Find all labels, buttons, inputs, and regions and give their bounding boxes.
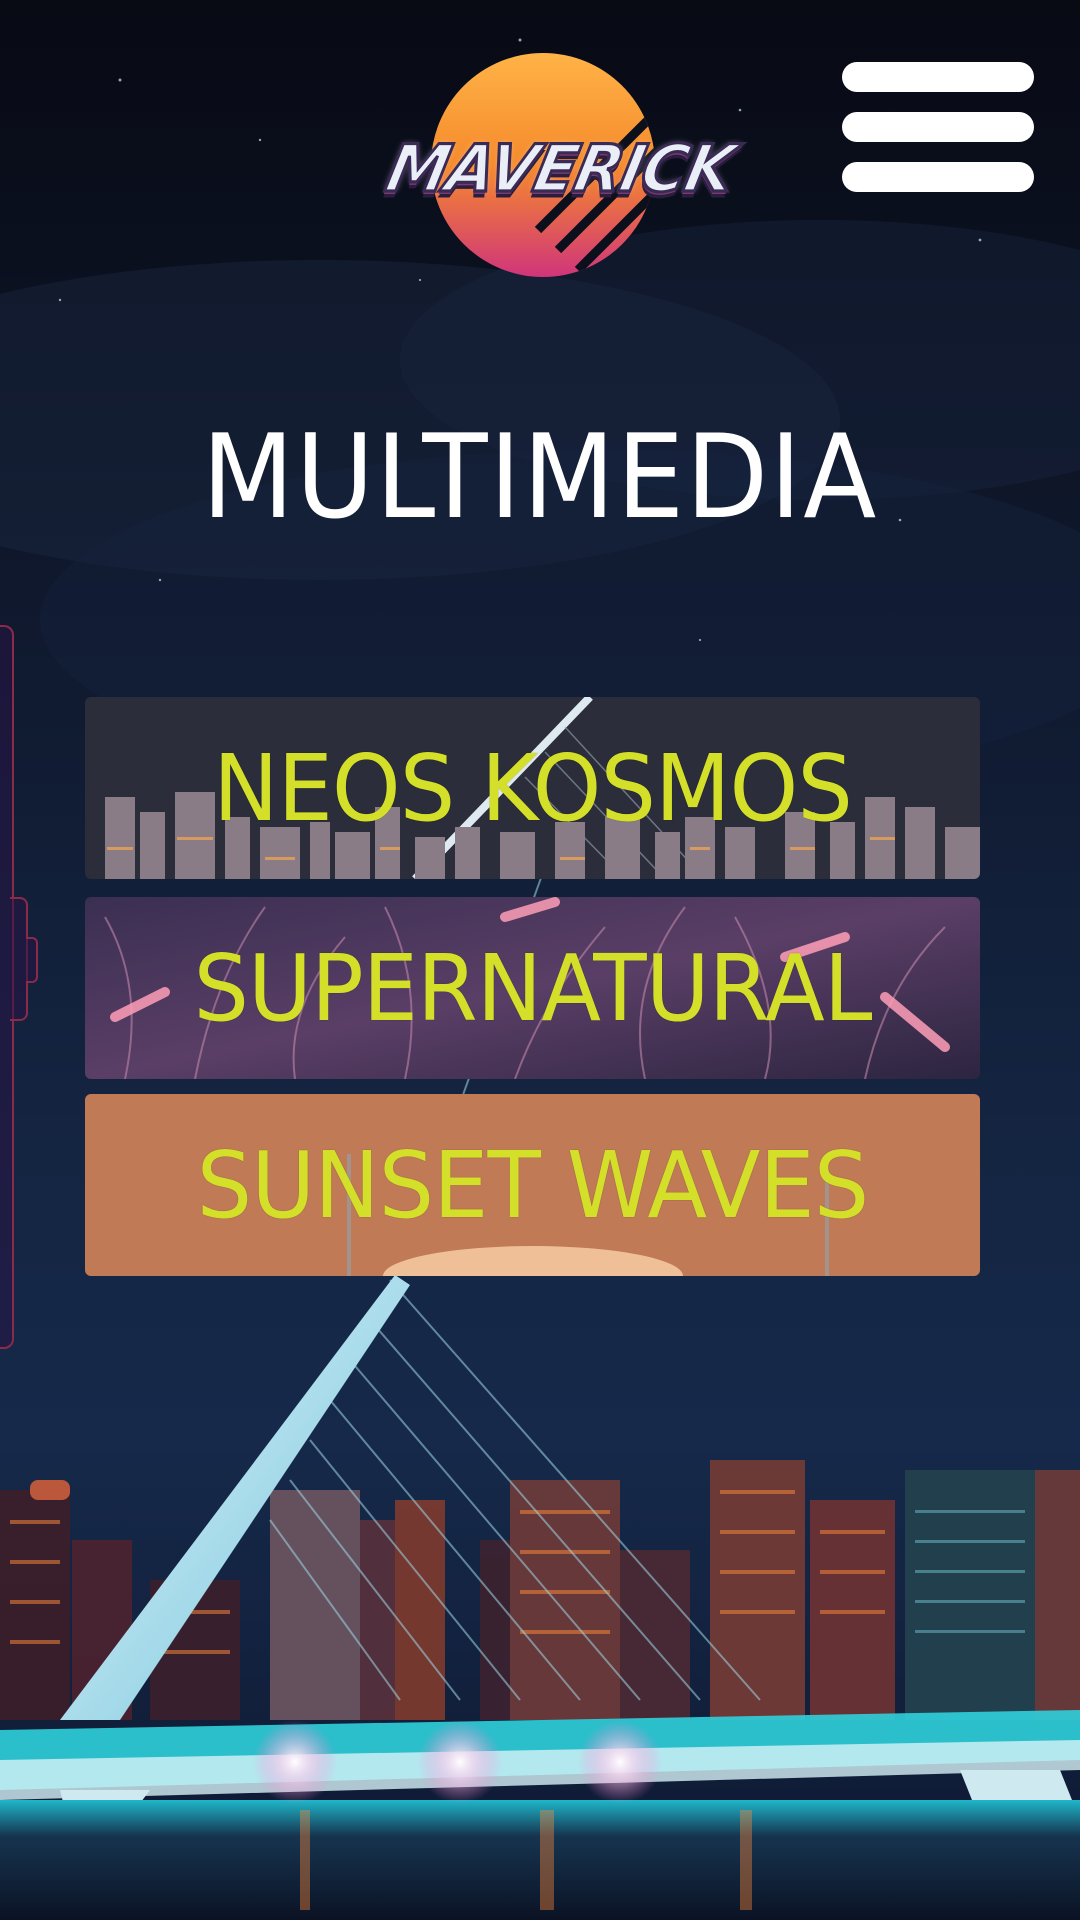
app-screen: MAVERICK MULTIMEDIA NEOS KOSMOS SUPERNAT… (0, 0, 1080, 1920)
menu-button[interactable] (842, 62, 1034, 192)
album-title: SUNSET WAVES (196, 1131, 870, 1239)
album-button-neos-kosmos[interactable]: NEOS KOSMOS (85, 697, 980, 879)
side-panel-handle-tip (26, 937, 38, 983)
maverick-logo[interactable]: MAVERICK (378, 50, 742, 290)
side-panel-tab[interactable] (0, 625, 38, 1349)
album-title: SUPERNATURAL (193, 934, 872, 1042)
logo-text: MAVERICK (378, 129, 742, 209)
hamburger-menu-icon (842, 62, 1034, 192)
album-title: NEOS KOSMOS (213, 734, 853, 842)
album-button-supernatural[interactable]: SUPERNATURAL (85, 897, 980, 1079)
page-title: MULTIMEDIA (201, 410, 879, 545)
album-button-sunset-waves[interactable]: SUNSET WAVES (85, 1094, 980, 1276)
